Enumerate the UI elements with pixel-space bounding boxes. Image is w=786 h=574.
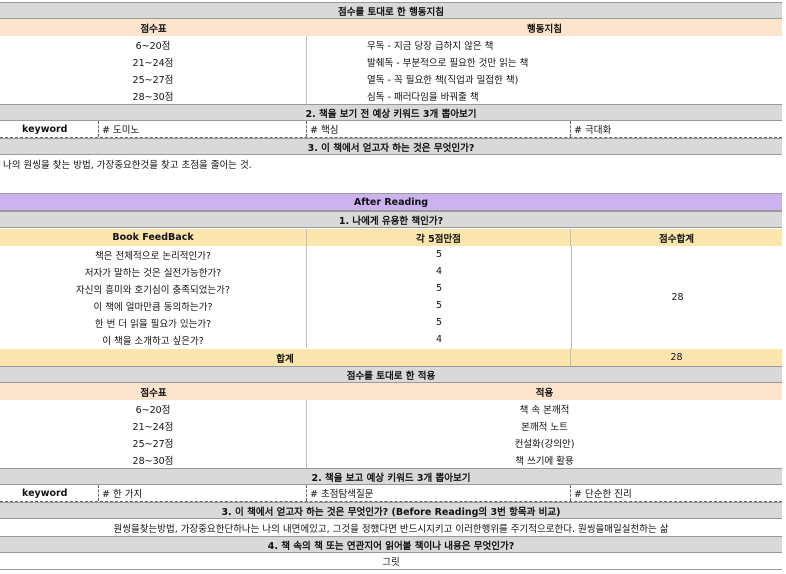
apply-text: 책 쓰기에 활용	[515, 455, 574, 467]
score-column-header: 점수표	[140, 23, 167, 35]
table-row: 6~20점 책 속 본깨적	[0, 400, 782, 417]
keyword-row: keyword # 도미노 # 핵심 # 극대화	[0, 121, 782, 138]
apply-text: 컨설화(강의안)	[514, 438, 575, 450]
feedback-question: 저자가 말하는 것은 실전가능한가?	[0, 263, 307, 280]
keyword-section-title: 2. 책을 보기 전 예상 키워드 3개 뽑아보기	[0, 104, 782, 121]
feedback-column-header: Book FeedBack	[0, 229, 307, 246]
question-3-answer: 나의 원씽을 찾는 방법, 가장중요한것을 찾고 초점을 줄이는 것.	[3, 159, 252, 171]
score-range: 21~24점	[0, 53, 307, 70]
keyword-1: # 도미노	[99, 121, 307, 137]
points-column-header: 각 5점만점	[307, 229, 571, 246]
feedback-score: 4	[435, 266, 443, 277]
action-text: 열독 - 꼭 필요한 책(직업과 밀접한 책)	[367, 74, 519, 86]
question-4-answer: 그릿	[0, 553, 782, 570]
question-3-title: 3. 이 책에서 얻고자 하는 것은 무엇인가? (Before Reading…	[0, 502, 782, 519]
question-3-title: 3. 이 책에서 얻고자 하는 것은 무엇인가?	[0, 138, 782, 155]
feedback-score: 5	[435, 317, 443, 328]
action-text: 무독 - 지금 당장 급하지 않은 책	[367, 40, 494, 52]
feedback-question: 책은 전체적으로 논리적인가?	[0, 246, 307, 263]
keyword-label: keyword	[0, 485, 99, 501]
section-title-after: After Reading	[0, 193, 782, 211]
keyword-3: # 단순한 진리	[574, 489, 632, 500]
feedback-table-header: Book FeedBack 각 5점만점 점수합계	[0, 229, 782, 246]
score-range: 6~20점	[0, 400, 307, 417]
apply-column-header: 적용	[535, 387, 554, 399]
action-text: 발췌독 - 부분적으로 필요한 것만 읽는 책	[367, 57, 529, 69]
apply-table-header: 점수표 적용	[0, 383, 782, 400]
action-column-header: 행동지침	[527, 23, 562, 35]
score-column-header: 점수표	[140, 387, 167, 399]
question-3-answer: 원씽을찾는방법, 가장중요한단하나는 나의 내면에있고, 그것을 정했다면 반드…	[113, 523, 669, 535]
table-row: 6~20점 무독 - 지금 당장 급하지 않은 책	[0, 36, 782, 53]
score-range: 28~30점	[0, 451, 307, 468]
section-title: 점수를 토대로 한 행동지침	[337, 6, 445, 18]
score-table-header: 점수표 행동지침	[0, 19, 782, 36]
table-row: 25~27점 열독 - 꼭 필요한 책(직업과 밀접한 책)	[0, 70, 782, 87]
score-range: 25~27점	[0, 434, 307, 451]
table-row: 28~30점 책 쓰기에 활용	[0, 451, 782, 468]
apply-text: 본깨적 노트	[521, 421, 568, 433]
apply-section-title: 점수를 토대로 한 적용	[0, 366, 782, 383]
feedback-question: 자신의 흥미와 호기심이 충족되었는가?	[0, 280, 307, 297]
feedback-question: 한 번 더 읽을 필요가 있는가?	[0, 314, 307, 331]
table-row: 25~27점 컨설화(강의안)	[0, 434, 782, 451]
feedback-question: 이 책을 소개하고 싶은가?	[0, 331, 307, 348]
question-4-title: 4. 책 속의 책 또는 연관지어 읽어볼 책이나 내용은 무엇인가?	[0, 536, 782, 553]
apply-text: 책 속 본깨적	[519, 404, 570, 416]
keyword-2: # 핵심	[307, 121, 571, 137]
table-row: 21~24점 본깨적 노트	[0, 417, 782, 434]
keyword-section-title: 2. 책을 보고 예상 키워드 3개 뽑아보기	[0, 468, 782, 485]
table-row: 21~24점 발췌독 - 부분적으로 필요한 것만 읽는 책	[0, 53, 782, 70]
feedback-score: 5	[435, 249, 443, 260]
feedback-score: 5	[435, 283, 443, 294]
keyword-1: # 한 가지	[99, 485, 307, 501]
feedback-question: 이 책에 얼마만큼 동의하는가?	[0, 297, 307, 314]
section-title-before: 점수를 토대로 한 행동지침	[0, 2, 782, 19]
score-range: 25~27점	[0, 70, 307, 87]
keyword-2: # 초점탐색질문	[307, 485, 571, 501]
keyword-label: keyword	[0, 121, 99, 137]
question-1-title: 1. 나에게 유용한 책인가?	[0, 211, 782, 228]
score-range: 6~20점	[0, 36, 307, 53]
feedback-score: 5	[435, 300, 443, 311]
sum-value: 28	[670, 352, 683, 363]
score-range: 28~30점	[0, 87, 307, 104]
table-row: 28~30점 심독 - 패러다임을 바꿔줄 책	[0, 87, 782, 104]
total-column-header: 점수합계	[659, 233, 694, 245]
score-range: 21~24점	[0, 417, 307, 434]
sum-row: 합계 28	[0, 349, 782, 366]
section-title: After Reading	[353, 196, 429, 208]
keyword-row: keyword # 한 가지 # 초점탐색질문 # 단순한 진리	[0, 485, 782, 502]
action-text: 심독 - 패러다임을 바꿔줄 책	[367, 91, 479, 103]
total-score-value: 28	[571, 246, 783, 349]
sum-label: 합계	[0, 349, 571, 366]
feedback-score: 4	[435, 334, 443, 345]
keyword-3: # 극대화	[574, 125, 612, 136]
